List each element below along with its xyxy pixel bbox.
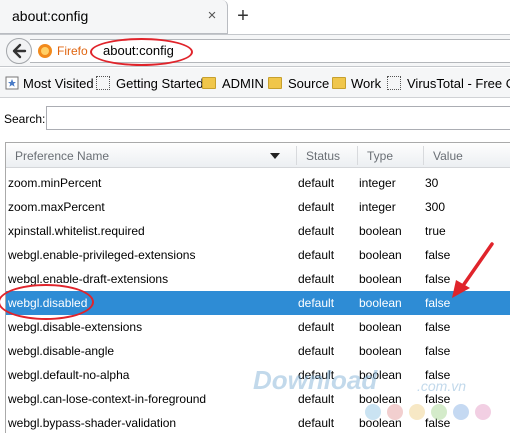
column-header-name[interactable]: Preference Name [15, 149, 109, 163]
column-header-status[interactable]: Status [306, 149, 340, 163]
pref-name: webgl.bypass-shader-validation [8, 416, 177, 430]
bookmark-most-visited[interactable]: Most Visited [23, 76, 94, 91]
bookmark-work[interactable]: Work [351, 76, 381, 91]
pref-name: zoom.maxPercent [8, 200, 105, 214]
watermark-dot [453, 404, 469, 420]
pref-type: boolean [359, 296, 402, 310]
table-header: Preference Name Status Type Value [6, 143, 510, 168]
table-row[interactable]: zoom.maxPercent default integer 300 [6, 195, 510, 219]
table-row[interactable]: webgl.enable-draft-extensions default bo… [6, 267, 510, 291]
watermark-dot [475, 404, 491, 420]
pref-status: default [298, 176, 335, 190]
pref-type: boolean [359, 344, 402, 358]
column-divider[interactable] [357, 146, 358, 165]
sort-descending-icon[interactable] [270, 153, 280, 159]
pref-status: default [298, 248, 335, 262]
pref-status: default [298, 344, 335, 358]
annotation-circle-pref [0, 284, 94, 320]
back-button[interactable] [6, 38, 32, 64]
tab-about-config[interactable]: about:config × [0, 0, 228, 34]
table-row[interactable]: zoom.minPercent default integer 30 [6, 171, 510, 195]
table-row[interactable]: webgl.disable-angle default boolean fals… [6, 339, 510, 363]
bookmark-getting-started[interactable]: Getting Started [116, 76, 203, 91]
watermark-dot [387, 404, 403, 420]
close-tab-icon[interactable]: × [204, 8, 220, 24]
firefox-identity-icon[interactable] [38, 44, 52, 58]
pref-status: default [298, 296, 335, 310]
tab-title: about:config [12, 8, 89, 24]
pref-name: zoom.minPercent [8, 176, 102, 190]
bookmark-source[interactable]: Source [288, 76, 329, 91]
watermark-dot [409, 404, 425, 420]
folder-icon [202, 77, 216, 89]
pref-value: false [425, 320, 451, 334]
column-divider[interactable] [296, 146, 297, 165]
pref-name: webgl.disable-angle [8, 344, 115, 358]
back-arrow-icon [12, 43, 27, 59]
bookmarks-toolbar: Most Visited Getting Started ADMIN Sourc… [0, 68, 510, 98]
pref-type: boolean [359, 320, 402, 334]
pref-value: false [425, 344, 451, 358]
column-header-value[interactable]: Value [433, 149, 463, 163]
pref-name: webgl.enable-privileged-extensions [8, 248, 196, 262]
pref-type: integer [359, 200, 396, 214]
tab-strip: about:config × + [0, 0, 510, 34]
bookmark-star-icon [5, 76, 19, 90]
about-config-page: Search: Preference Name Status Type Valu… [0, 98, 510, 433]
search-label: Search: [4, 112, 46, 126]
pref-value: 300 [425, 200, 446, 214]
pref-value: true [425, 224, 446, 238]
watermark-dot [431, 404, 447, 420]
pref-type: boolean [359, 248, 402, 262]
table-row[interactable]: webgl.enable-privileged-extensions defau… [6, 243, 510, 267]
search-input[interactable] [46, 106, 510, 130]
pref-type: boolean [359, 224, 402, 238]
bookmark-virustotal[interactable]: VirusTotal - Free On [407, 76, 510, 91]
pref-type: boolean [359, 272, 402, 286]
table-row[interactable]: webgl.disable-extensions default boolean… [6, 315, 510, 339]
pref-name: webgl.disable-extensions [8, 320, 143, 334]
table-row[interactable]: xpinstall.whitelist.required default boo… [6, 219, 510, 243]
pref-status: default [298, 200, 335, 214]
annotation-circle-url [90, 38, 193, 66]
pref-status: default [298, 416, 335, 430]
bookmark-admin[interactable]: ADMIN [222, 76, 264, 91]
folder-icon [332, 77, 346, 89]
navigation-toolbar: Firefo about:config [0, 34, 510, 67]
column-header-type[interactable]: Type [367, 149, 393, 163]
pref-value: 30 [425, 176, 439, 190]
pref-status: default [298, 272, 335, 286]
pref-status: default [298, 320, 335, 334]
watermark-dot [365, 404, 381, 420]
watermark-logo: Download [253, 365, 378, 395]
watermark-domain: .com.vn [417, 378, 467, 394]
column-divider[interactable] [423, 146, 424, 165]
pref-type: integer [359, 176, 396, 190]
pref-status: default [298, 224, 335, 238]
pref-name: webgl.can-lose-context-in-foreground [8, 392, 207, 406]
new-tab-button[interactable]: + [232, 6, 254, 28]
folder-icon [268, 77, 282, 89]
dotted-page-icon [387, 76, 401, 90]
identity-label[interactable]: Firefo [57, 44, 88, 58]
dotted-page-icon [96, 76, 110, 90]
red-arrow-icon [452, 242, 494, 298]
pref-name: xpinstall.whitelist.required [8, 224, 145, 238]
url-bar[interactable]: Firefo about:config [30, 38, 510, 66]
pref-name: webgl.default-no-alpha [8, 368, 130, 382]
